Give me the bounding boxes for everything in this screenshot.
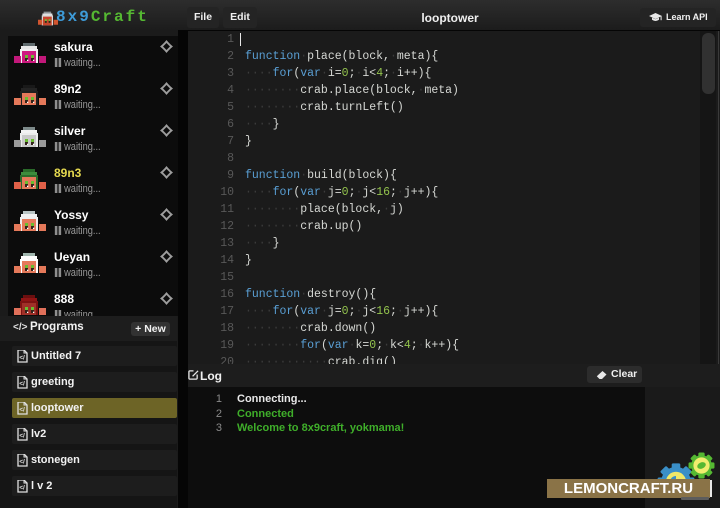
svg-text:</: </ bbox=[19, 459, 25, 466]
svg-text:</: </ bbox=[19, 485, 25, 492]
svg-text:</: </ bbox=[19, 355, 25, 362]
svg-text:</: </ bbox=[19, 381, 25, 388]
svg-text:</: </ bbox=[19, 433, 25, 440]
svg-text:</: </ bbox=[19, 407, 25, 414]
